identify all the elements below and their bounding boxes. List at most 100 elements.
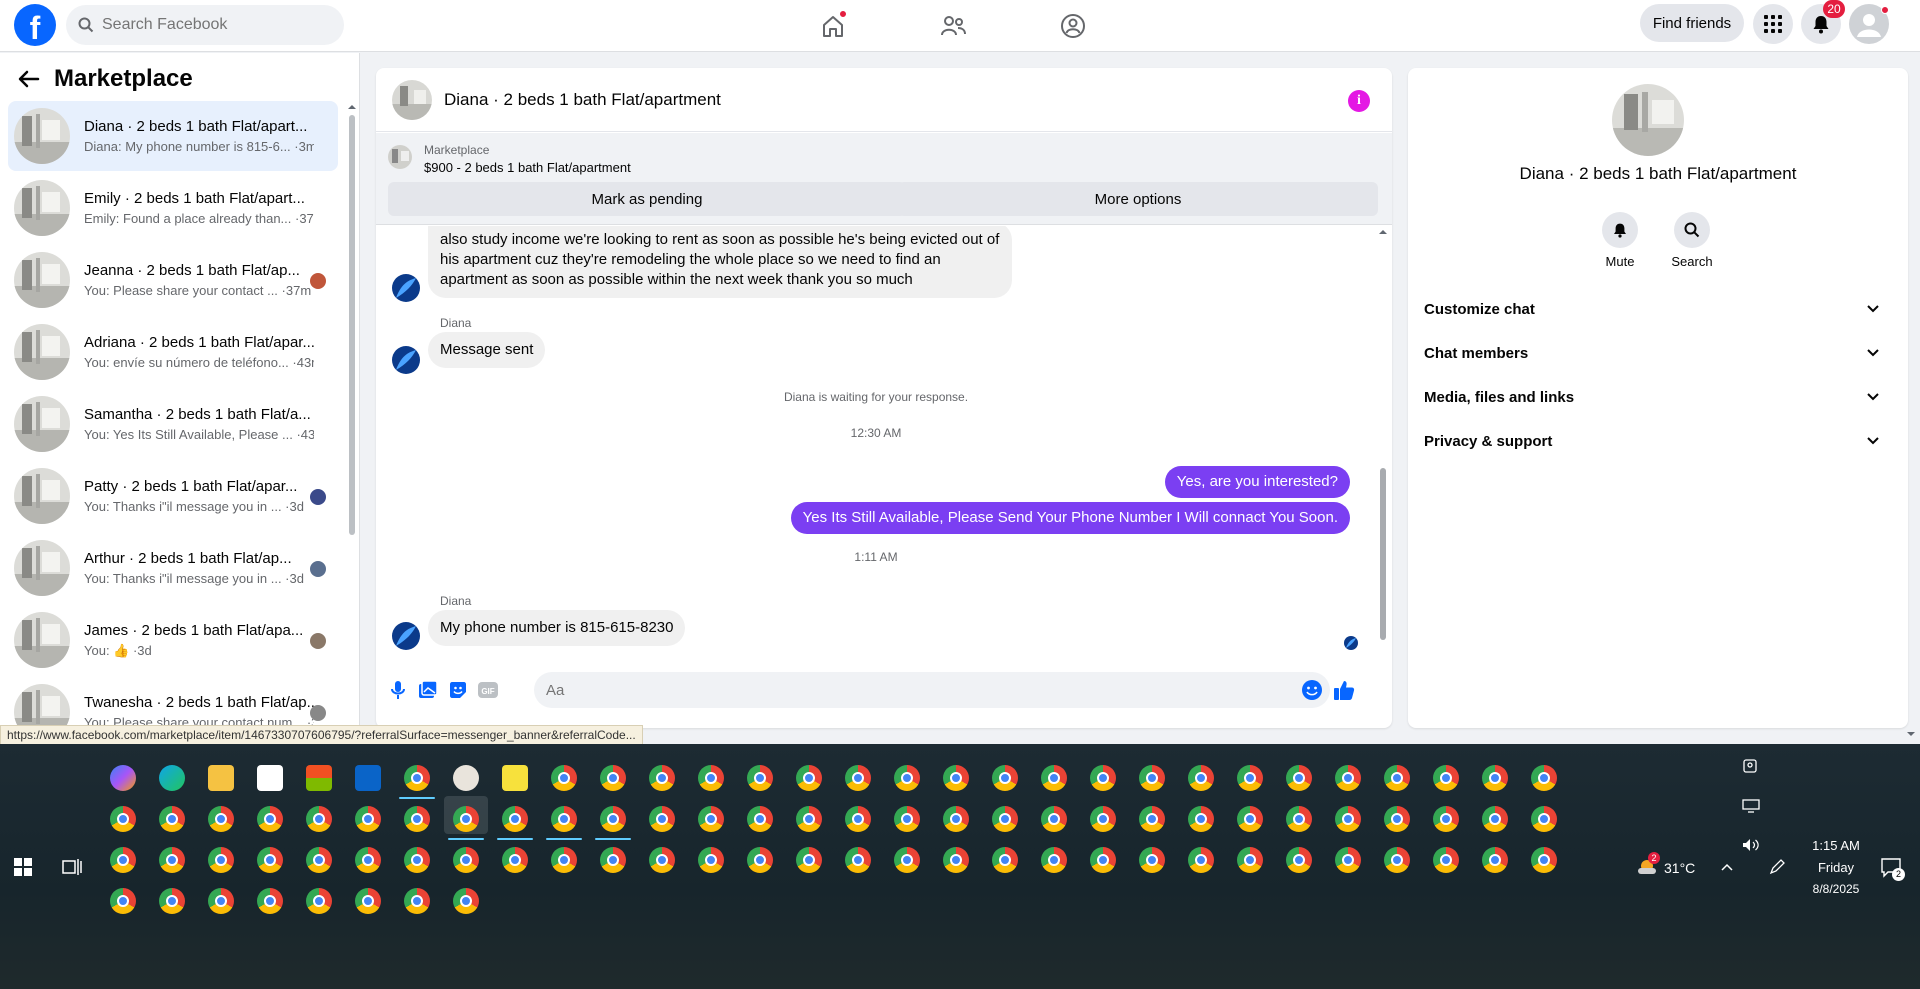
chrome-icon[interactable] bbox=[649, 806, 675, 832]
incoming-message[interactable]: also study income we're looking to rent … bbox=[428, 226, 1012, 298]
meet-now-icon[interactable] bbox=[1742, 758, 1758, 774]
chrome-icon[interactable] bbox=[747, 806, 773, 832]
chrome-icon[interactable] bbox=[600, 847, 626, 873]
chrome-icon[interactable] bbox=[306, 847, 332, 873]
message-input[interactable] bbox=[534, 672, 1330, 708]
conversation-item[interactable]: Diana · 2 beds 1 bath Flat/apart... Diana… bbox=[8, 101, 338, 171]
chrome-icon[interactable] bbox=[551, 847, 577, 873]
chat-scrollbar[interactable] bbox=[1378, 228, 1388, 658]
chrome-icon[interactable] bbox=[306, 888, 332, 914]
chrome-icon[interactable] bbox=[1237, 806, 1263, 832]
chrome-icon[interactable] bbox=[502, 847, 528, 873]
windows-start-icon[interactable] bbox=[14, 858, 32, 876]
incoming-message[interactable]: My phone number is 815-615-8230 bbox=[428, 610, 686, 646]
chrome-icon[interactable] bbox=[1139, 806, 1165, 832]
chrome-icon[interactable] bbox=[159, 806, 185, 832]
attach-photo-button[interactable] bbox=[416, 678, 440, 702]
chrome-icon[interactable] bbox=[698, 806, 724, 832]
chrome-icon[interactable] bbox=[1188, 806, 1214, 832]
scroll-up-icon[interactable] bbox=[1378, 228, 1388, 236]
chrome-icon[interactable] bbox=[208, 806, 234, 832]
marketplace-banner[interactable]: Marketplace $900 - 2 beds 1 bath Flat/ap… bbox=[376, 133, 1392, 225]
search-input[interactable] bbox=[102, 16, 322, 34]
info-icon[interactable]: i bbox=[1348, 90, 1370, 112]
profile-button[interactable] bbox=[1849, 4, 1889, 44]
chrome-icon[interactable] bbox=[796, 806, 822, 832]
media-files-links-row[interactable]: Media, files and links bbox=[1424, 380, 1880, 414]
gif-button[interactable]: GIF bbox=[476, 678, 500, 702]
chrome-icon[interactable] bbox=[404, 806, 430, 832]
chrome-icon[interactable] bbox=[1090, 765, 1116, 791]
chrome-icon[interactable] bbox=[1384, 765, 1410, 791]
chrome-icon[interactable] bbox=[992, 847, 1018, 873]
chrome-icon[interactable] bbox=[453, 888, 479, 914]
edge-icon[interactable] bbox=[159, 765, 185, 791]
mark-as-pending-button[interactable]: Mark as pending bbox=[388, 182, 906, 216]
chrome-icon[interactable] bbox=[894, 847, 920, 873]
back-arrow-icon[interactable] bbox=[18, 70, 40, 88]
chat-members-row[interactable]: Chat members bbox=[1424, 336, 1880, 370]
clock-date[interactable]: 8/8/2025 bbox=[1800, 882, 1872, 896]
chrome-icon[interactable] bbox=[1433, 806, 1459, 832]
chrome-icon[interactable] bbox=[159, 847, 185, 873]
chrome-icon[interactable] bbox=[551, 765, 577, 791]
conversation-item[interactable]: Samantha · 2 beds 1 bath Flat/a... You: Y… bbox=[8, 389, 338, 459]
desktop-icon[interactable] bbox=[1742, 799, 1760, 813]
task-view-icon[interactable] bbox=[62, 858, 82, 876]
chrome-icon[interactable] bbox=[1482, 847, 1508, 873]
copilot-icon[interactable] bbox=[110, 765, 136, 791]
scroll-up-icon[interactable] bbox=[348, 103, 356, 111]
voice-clip-button[interactable] bbox=[386, 678, 410, 702]
conversation-item[interactable]: Arthur · 2 beds 1 bath Flat/ap... You: Th… bbox=[8, 533, 338, 603]
outgoing-message[interactable]: Yes, are you interested? bbox=[1164, 466, 1350, 498]
search-box[interactable] bbox=[66, 5, 344, 45]
chrome-icon[interactable] bbox=[1237, 765, 1263, 791]
scrollbar-thumb[interactable] bbox=[349, 115, 355, 535]
facebook-logo[interactable]: f bbox=[14, 4, 56, 46]
chrome-icon[interactable] bbox=[355, 806, 381, 832]
chrome-icon[interactable] bbox=[943, 847, 969, 873]
chrome-icon[interactable] bbox=[1041, 806, 1067, 832]
sender-avatar[interactable] bbox=[392, 274, 420, 302]
chrome-icon[interactable] bbox=[943, 765, 969, 791]
chrome-icon[interactable] bbox=[355, 888, 381, 914]
sticky-notes-icon[interactable] bbox=[502, 765, 528, 791]
privacy-support-row[interactable]: Privacy & support bbox=[1424, 424, 1880, 458]
chrome-icon[interactable] bbox=[404, 847, 430, 873]
chrome-icon[interactable] bbox=[208, 847, 234, 873]
chrome-icon[interactable] bbox=[355, 847, 381, 873]
chrome-icon[interactable] bbox=[208, 888, 234, 914]
chrome-icon[interactable] bbox=[1139, 847, 1165, 873]
chrome-icon[interactable] bbox=[1188, 765, 1214, 791]
listing-title[interactable]: $900 - 2 beds 1 bath Flat/apartment bbox=[424, 160, 631, 175]
incoming-message[interactable]: Message sent bbox=[428, 332, 546, 368]
chrome-icon[interactable] bbox=[1482, 765, 1508, 791]
chrome-icon[interactable] bbox=[110, 888, 136, 914]
chrome-icon[interactable] bbox=[747, 765, 773, 791]
clock-time[interactable]: 1:15 AM bbox=[1806, 838, 1866, 853]
chrome-icon[interactable] bbox=[992, 765, 1018, 791]
chrome-icon[interactable] bbox=[845, 806, 871, 832]
chrome-icon[interactable] bbox=[1433, 765, 1459, 791]
sender-avatar[interactable] bbox=[392, 346, 420, 374]
chrome-icon[interactable] bbox=[1384, 806, 1410, 832]
chrome-icon[interactable] bbox=[404, 888, 430, 914]
file-explorer-icon[interactable] bbox=[208, 765, 234, 791]
chrome-icon[interactable] bbox=[894, 806, 920, 832]
more-options-button[interactable]: More options bbox=[898, 182, 1378, 216]
conversation-item[interactable]: Patty · 2 beds 1 bath Flat/apar... You: T… bbox=[8, 461, 338, 531]
sender-avatar[interactable] bbox=[392, 622, 420, 650]
chrome-icon[interactable] bbox=[404, 765, 430, 791]
sticker-button[interactable] bbox=[446, 678, 470, 702]
store-icon[interactable] bbox=[306, 765, 332, 791]
listing-avatar[interactable] bbox=[1612, 84, 1684, 156]
conversation-item[interactable]: James · 2 beds 1 bath Flat/apa... You: 👍 … bbox=[8, 605, 338, 675]
chrome-icon[interactable] bbox=[649, 847, 675, 873]
find-friends-button[interactable]: Find friends bbox=[1640, 4, 1744, 42]
chrome-icon[interactable] bbox=[1090, 847, 1116, 873]
chrome-icon[interactable] bbox=[698, 765, 724, 791]
volume-icon[interactable] bbox=[1742, 838, 1760, 852]
chat-listing-thumbnail[interactable] bbox=[392, 79, 432, 120]
chrome-icon[interactable] bbox=[453, 847, 479, 873]
chrome-icon[interactable] bbox=[257, 888, 283, 914]
